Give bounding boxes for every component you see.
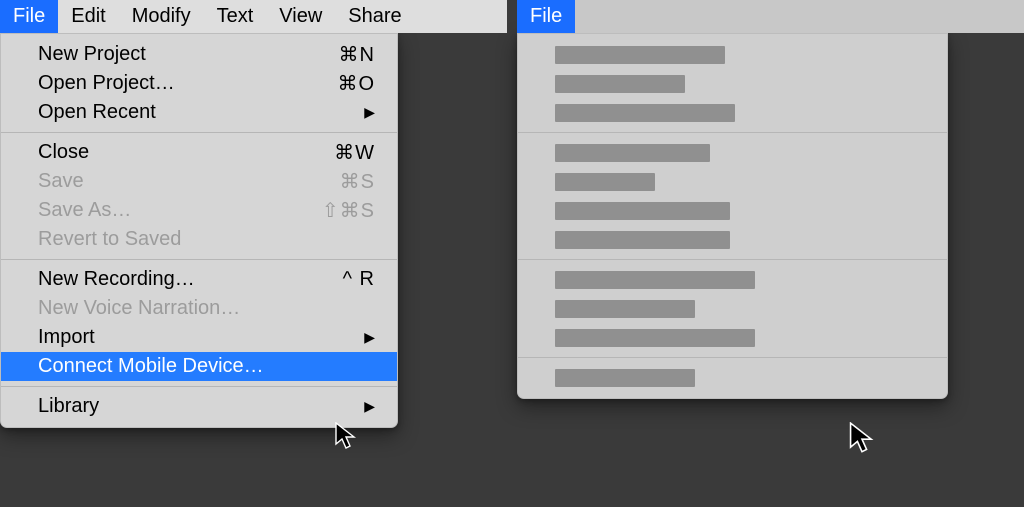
menu-item-placeholder [518,363,947,392]
menu-shortcut: ⌘W [334,140,375,165]
menu-item-connect-mobile-device[interactable]: Connect Mobile Device… [1,352,397,381]
menu-separator [1,386,397,387]
redacted-bar [555,104,735,122]
menu-item-placeholder [518,265,947,294]
menu-separator [1,132,397,133]
mouse-cursor-icon [849,422,875,454]
menu-label: Save As… [38,199,131,222]
menu-label: New Project [38,43,146,66]
menu-item-new-voice-narration: New Voice Narration… [1,294,397,323]
menu-item-placeholder [518,196,947,225]
menu-item-save: Save ⌘S [1,167,397,196]
menu-label: New Voice Narration… [38,297,240,320]
submenu-arrow-icon: ▶ [364,329,375,346]
menu-item-placeholder [518,167,947,196]
menu-label: Open Recent [38,101,156,124]
menubar-label: Modify [132,5,191,28]
redacted-bar [555,173,655,191]
redacted-bar [555,231,730,249]
menu-item-open-project[interactable]: Open Project… ⌘O [1,69,397,98]
menu-shortcut: ^ R [343,268,375,291]
menu-label: Revert to Saved [38,228,181,251]
menu-item-placeholder [518,225,947,254]
submenu-arrow-icon: ▶ [364,104,375,121]
redacted-bar [555,46,725,64]
menu-shortcut: ⌘S [340,169,375,194]
menubar-label: File [530,5,562,28]
redacted-bar [555,329,755,347]
file-menu-dropdown: New Project ⌘N Open Project… ⌘O Open Rec… [0,33,398,428]
menu-label: Open Project… [38,72,175,95]
menubar-item-file[interactable]: File [517,0,575,33]
redacted-bar [555,271,755,289]
menubar-item-edit[interactable]: Edit [58,0,118,33]
file-menu-dropdown-redacted [517,33,948,399]
menu-separator [518,357,947,358]
menubar-item-file[interactable]: File [0,0,58,33]
menu-shortcut: ⌘N [339,42,375,67]
menu-separator [518,132,947,133]
menu-item-import[interactable]: Import ▶ [1,323,397,352]
menu-label: Import [38,326,95,349]
menubar-item-modify[interactable]: Modify [119,0,204,33]
menu-item-revert: Revert to Saved [1,225,397,254]
menubar-item-view[interactable]: View [266,0,335,33]
menu-separator [518,259,947,260]
menu-item-placeholder [518,40,947,69]
menu-label: Save [38,170,84,193]
menubar-label: Share [348,5,401,28]
menu-item-placeholder [518,294,947,323]
menu-label: Close [38,141,89,164]
menu-item-new-recording[interactable]: New Recording… ^ R [1,265,397,294]
redacted-bar [555,75,685,93]
menu-item-close[interactable]: Close ⌘W [1,138,397,167]
menu-item-placeholder [518,98,947,127]
menu-item-placeholder [518,323,947,352]
menu-item-library[interactable]: Library ▶ [1,392,397,421]
menu-label: Library [38,395,99,418]
menu-item-placeholder [518,138,947,167]
redacted-bar [555,202,730,220]
menubar-label: Edit [71,5,105,28]
menubar-item-text[interactable]: Text [204,0,267,33]
menubar-label: View [279,5,322,28]
menu-label: Connect Mobile Device… [38,355,264,378]
menu-item-placeholder [518,69,947,98]
submenu-arrow-icon: ▶ [364,398,375,415]
menu-shortcut: ⌘O [337,71,375,96]
menu-label: New Recording… [38,268,195,291]
redacted-bar [555,300,695,318]
menubar: File Edit Modify Text View Share [0,0,507,33]
redacted-bar [555,369,695,387]
menu-item-open-recent[interactable]: Open Recent ▶ [1,98,397,127]
menu-item-save-as: Save As… ⇧⌘S [1,196,397,225]
menubar-label: Text [217,5,254,28]
redacted-bar [555,144,710,162]
menubar: File [517,0,1024,33]
menu-separator [1,259,397,260]
menu-shortcut: ⇧⌘S [322,198,375,223]
menubar-item-share[interactable]: Share [335,0,414,33]
menubar-label: File [13,5,45,28]
menu-item-new-project[interactable]: New Project ⌘N [1,40,397,69]
